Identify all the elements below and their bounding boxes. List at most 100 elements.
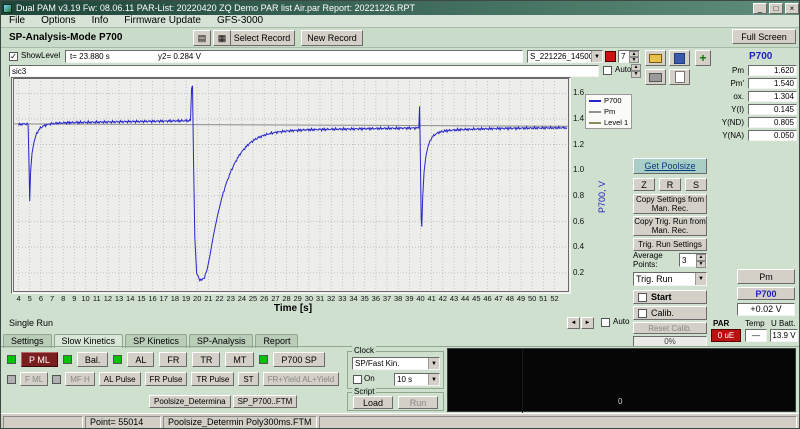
value-label: Y(ND) bbox=[713, 118, 744, 127]
clock-interval-select[interactable]: 10 s ▼ bbox=[394, 373, 440, 386]
folder-icon bbox=[649, 54, 662, 63]
chart-legend: P700PmLevel 1 bbox=[585, 94, 632, 129]
auto-scale-checkbox[interactable] bbox=[603, 66, 612, 75]
add-record-button[interactable]: + bbox=[695, 50, 711, 66]
auto-run-checkbox[interactable] bbox=[601, 318, 610, 327]
trace-color-swatch[interactable] bbox=[605, 51, 616, 62]
note-input[interactable] bbox=[9, 65, 599, 77]
chart-plot[interactable] bbox=[13, 78, 569, 292]
new-record-button[interactable]: New Record bbox=[301, 30, 363, 46]
view-mode-icon[interactable]: ▦ bbox=[213, 30, 231, 46]
menu-item-gfs-3000[interactable]: GFS-3000 bbox=[209, 15, 271, 27]
ctrl-button-p700-sp[interactable]: P700 SP bbox=[273, 352, 325, 367]
zoom-button-z[interactable]: Z bbox=[633, 178, 655, 191]
ctrl-button-mt[interactable]: MT bbox=[225, 352, 254, 367]
menu-item-options[interactable]: Options bbox=[33, 15, 83, 27]
legend-swatch bbox=[589, 122, 601, 124]
spinner-up-icon[interactable]: ▲ bbox=[696, 254, 706, 261]
scroll-left-button[interactable]: ◄ bbox=[567, 317, 580, 329]
select-record-button[interactable]: Select Record bbox=[229, 30, 295, 46]
open-record-button[interactable] bbox=[645, 50, 666, 66]
show-level-label: ShowLevel bbox=[21, 51, 60, 60]
zrs-buttons: ZRS bbox=[633, 178, 707, 191]
chevron-down-icon[interactable]: ▼ bbox=[428, 374, 439, 385]
offset-readout: +0.02 V bbox=[737, 303, 795, 316]
ctrl-button-st[interactable]: ST bbox=[238, 372, 258, 386]
get-poolsize-button[interactable]: Get Poolsize bbox=[633, 158, 707, 174]
record-select[interactable]: S_221226_145003 ▼ bbox=[527, 50, 603, 63]
average-points-stepper[interactable]: 3 ▲▼ bbox=[679, 253, 707, 267]
close-button[interactable]: × bbox=[785, 3, 799, 14]
ctrl-button-tr-pulse[interactable]: TR Pulse bbox=[191, 372, 234, 386]
export-button[interactable] bbox=[669, 69, 690, 85]
zoom-button-r[interactable]: R bbox=[659, 178, 681, 191]
ctrl-button-al-pulse[interactable]: AL Pulse bbox=[99, 372, 141, 386]
record-spinner[interactable]: 7 ▲▼ bbox=[618, 50, 640, 63]
print-button[interactable] bbox=[645, 69, 666, 85]
start-toggle[interactable]: Start bbox=[633, 290, 707, 304]
menu-item-firmware-update[interactable]: Firmware Update bbox=[116, 15, 209, 27]
ctrl-button-fr[interactable]: FR bbox=[159, 352, 187, 367]
mode-label: SP-Analysis-Mode P700 bbox=[9, 32, 122, 43]
view-mode-icon[interactable]: ▤ bbox=[193, 30, 211, 46]
ctrl-button-fr-pulse[interactable]: FR Pulse bbox=[145, 372, 188, 386]
value-label: ox. bbox=[713, 92, 744, 101]
menu-item-file[interactable]: File bbox=[1, 15, 33, 27]
save-record-button[interactable] bbox=[669, 50, 690, 66]
ctrl-button-fr-yield-al-yield: FR+Yield AL+Yield bbox=[263, 372, 340, 386]
p700-mode-select[interactable]: P700 bbox=[737, 287, 795, 300]
chevron-down-icon[interactable]: ▼ bbox=[591, 51, 602, 62]
start-checkbox[interactable] bbox=[638, 293, 647, 302]
value-row: ox.1.304 bbox=[713, 91, 797, 103]
x-tick-label: 52 bbox=[547, 294, 561, 303]
legend-label: Pm bbox=[604, 107, 615, 116]
menu-item-info[interactable]: Info bbox=[84, 15, 117, 27]
chevron-down-icon[interactable]: ▼ bbox=[695, 273, 706, 285]
show-level-checkbox[interactable]: ✓ bbox=[9, 52, 18, 61]
maximize-button[interactable]: □ bbox=[769, 3, 783, 14]
ctrl-button-p-ml[interactable]: P ML bbox=[21, 352, 58, 367]
zoom-button-s[interactable]: S bbox=[685, 178, 707, 191]
start-label: Start bbox=[651, 292, 672, 302]
app-icon bbox=[3, 4, 12, 13]
ftm-button-sp-p700-ftm[interactable]: SP_P700..FTM bbox=[233, 395, 298, 408]
clock-on-checkbox[interactable] bbox=[353, 375, 362, 384]
spinner-down-icon[interactable]: ▼ bbox=[631, 71, 641, 78]
active-indicator bbox=[113, 355, 122, 364]
y-tick-label: 0.6 bbox=[573, 217, 597, 226]
active-indicator bbox=[259, 355, 268, 364]
full-screen-button[interactable]: Full Screen bbox=[732, 29, 796, 44]
ctrl-button-tr[interactable]: TR bbox=[192, 352, 220, 367]
spinner-up-icon[interactable]: ▲ bbox=[631, 64, 641, 71]
value-row: Y(NA)0.050 bbox=[713, 130, 797, 142]
scroll-right-button[interactable]: ► bbox=[581, 317, 594, 329]
temp-value: — bbox=[745, 329, 767, 342]
ftm-button-poolsize-determina[interactable]: Poolsize_Determina bbox=[149, 395, 231, 408]
pm-button[interactable]: Pm bbox=[737, 269, 795, 284]
trig-run-settings-button[interactable]: Trig. Run Settings bbox=[633, 238, 707, 251]
script-load-button[interactable]: Load bbox=[353, 396, 393, 409]
statusbar-cell bbox=[3, 416, 83, 429]
minimize-button[interactable]: _ bbox=[753, 3, 767, 14]
scale-spinner[interactable]: ▲ ▼ bbox=[631, 64, 641, 78]
spinner-down-icon[interactable]: ▼ bbox=[629, 57, 639, 63]
calib-toggle[interactable]: Calib. bbox=[633, 306, 707, 320]
trig-run-select[interactable]: Trig. Run ▼ bbox=[633, 272, 707, 286]
window-title: Dual PAM v3.19 Fw: 08.06.11 PAR-List: 20… bbox=[16, 3, 751, 13]
spinner-down-icon[interactable]: ▼ bbox=[696, 261, 706, 268]
ctrl-button-al[interactable]: AL bbox=[127, 352, 154, 367]
ctrl-button-bal[interactable]: Bal. bbox=[77, 352, 109, 367]
time-readout: t= 23.880 s bbox=[70, 52, 110, 61]
script-run-button[interactable]: Run bbox=[398, 396, 438, 409]
app-window: Dual PAM v3.19 Fw: 08.06.11 PAR-List: 20… bbox=[0, 0, 800, 429]
chevron-down-icon[interactable]: ▼ bbox=[428, 358, 439, 369]
calib-checkbox[interactable] bbox=[638, 309, 647, 318]
copy-settings-button[interactable]: Copy Settings from Man. Rec. bbox=[633, 194, 707, 214]
clock-group-label: Clock bbox=[352, 346, 376, 355]
ubatt-value: 13.9 V bbox=[770, 329, 798, 342]
auto-scale-label: Auto bbox=[615, 65, 631, 74]
clock-mode-select[interactable]: SP/Fast Kin. ▼ bbox=[352, 357, 440, 370]
copy-trig-run-button[interactable]: Copy Trig. Run from Man. Rec. bbox=[633, 216, 707, 236]
statusbar: Point= 55014 Poolsize_Determin Poly300ms… bbox=[1, 413, 800, 429]
y-tick-label: 0.2 bbox=[573, 268, 597, 277]
